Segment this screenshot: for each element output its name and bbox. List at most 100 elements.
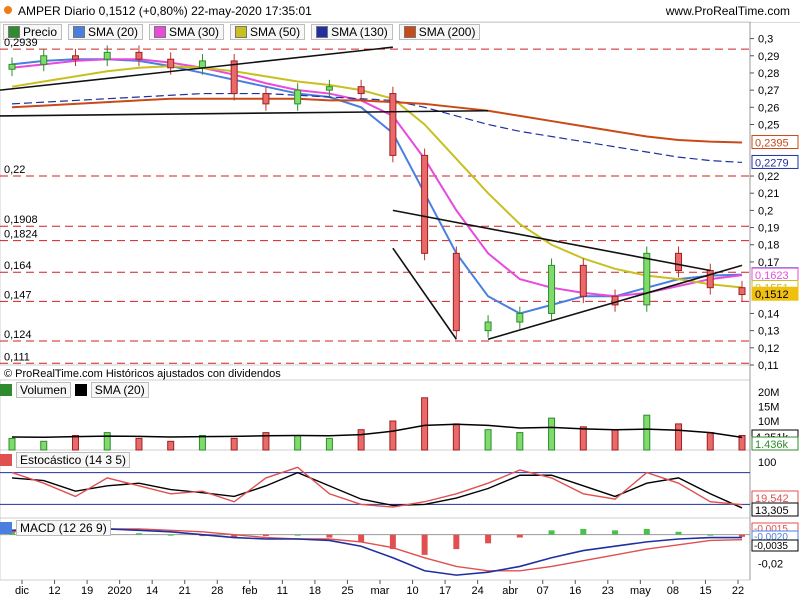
macd-hist-bar — [135, 533, 142, 535]
volume-bar — [484, 429, 492, 451]
candle-body — [389, 93, 397, 156]
axis-tick-label: 0,12 — [758, 343, 779, 355]
volume-bar — [452, 423, 460, 451]
level-label: 0,2939 — [4, 37, 38, 49]
axis-tick-label: 0,29 — [758, 51, 779, 63]
price-tag-label: 0,1512 — [755, 289, 789, 301]
candle-body — [230, 60, 238, 95]
volume-bar — [421, 397, 429, 451]
panel-frame — [0, 21, 751, 366]
trend-line — [0, 109, 489, 117]
volume-axis-label: 20M — [758, 387, 779, 399]
macd-hist-bar — [294, 534, 301, 536]
volume-bar — [230, 437, 238, 451]
axis-tick-label: 0,25 — [758, 119, 779, 131]
macd-hist-bar — [612, 530, 619, 535]
volume-bar — [548, 417, 556, 451]
axis-tick-label: 0,2 — [758, 205, 773, 217]
macd-hist-bar — [485, 534, 492, 544]
axis-tick-label: 0,26 — [758, 102, 779, 114]
volume-bar — [40, 440, 48, 451]
level-label: 0,1824 — [4, 229, 38, 241]
stoch-tag-label: 13,305 — [755, 505, 789, 517]
stoch-d-line — [11, 471, 743, 509]
volume-bar — [294, 435, 302, 451]
volume-sma-icon — [74, 384, 87, 396]
volume-bar — [325, 437, 333, 451]
volume-bar — [389, 420, 397, 451]
x-axis-label: 19 — [81, 585, 93, 597]
axis-tick-label: 0,11 — [758, 360, 779, 372]
volume-bar — [71, 435, 79, 451]
candle-body — [452, 252, 460, 332]
x-axis-label: 12 — [48, 585, 60, 597]
volume-bar — [8, 437, 16, 451]
chart-canvas: 0,29390,220,19080,18240,1640,1470,1240,1… — [0, 21, 799, 597]
level-label: 0,124 — [4, 329, 32, 341]
macd-signal-line — [11, 528, 743, 572]
macd-hist-bar — [358, 534, 365, 542]
volume-bar — [675, 423, 683, 451]
trend-line — [392, 247, 458, 340]
macd-hist-bar — [453, 534, 460, 550]
level-label: 0,164 — [4, 260, 32, 272]
x-axis-label: 15 — [699, 585, 711, 597]
macd-hist-bar — [326, 534, 333, 538]
candle-body — [675, 252, 683, 272]
candle-body — [103, 51, 111, 60]
axis-tick-label: 0,3 — [758, 34, 773, 46]
x-axis-label: 17 — [439, 585, 451, 597]
macd-hist-bar — [707, 534, 714, 536]
panel-frame — [0, 517, 751, 581]
macd-label: MACD (12 26 9) — [16, 520, 111, 536]
candle-body — [40, 55, 48, 65]
x-axis-label: 10 — [406, 585, 418, 597]
volume-bar — [643, 414, 651, 451]
volume-panel-label: Volumen SMA (20) — [0, 382, 149, 398]
axis-tick-label: 0,27 — [758, 85, 779, 97]
volume-bar — [357, 429, 365, 451]
candle-body — [294, 89, 302, 105]
stoch-k-line — [11, 466, 743, 508]
candle-body — [167, 58, 175, 69]
x-axis-label: 22 — [732, 585, 744, 597]
price-tag-label: 0,2279 — [755, 157, 789, 169]
x-axis-label: 21 — [179, 585, 191, 597]
macd-hist-bar — [421, 534, 428, 555]
macd-hist-bar — [580, 528, 587, 535]
stoch-label: Estocástico (14 3 5) — [16, 452, 131, 468]
copyright-text: © ProRealTime.com Históricos ajustados c… — [4, 368, 281, 380]
macd-hist-bar — [167, 534, 174, 536]
macd-axis-label: -0,02 — [758, 559, 783, 571]
candle-body — [579, 264, 587, 297]
x-axis-label: 11 — [277, 585, 288, 597]
candle-body — [643, 252, 651, 306]
candle-body — [198, 60, 206, 69]
candle-body — [8, 63, 16, 70]
macd-hist-bar — [262, 534, 269, 537]
x-axis-label: abr — [502, 585, 518, 597]
x-axis-label: 07 — [537, 585, 549, 597]
x-axis-label: 28 — [211, 585, 223, 597]
macd-panel-label: MACD (12 26 9) — [0, 520, 111, 536]
volume-bar — [198, 435, 206, 451]
macd-hist-bar — [643, 528, 650, 535]
candle-body — [262, 93, 270, 105]
volume-bar — [706, 432, 714, 451]
volume-bar — [611, 429, 619, 451]
volume-label: Volumen — [16, 382, 71, 398]
level-label: 0,1908 — [4, 214, 38, 226]
candle-body — [421, 154, 429, 254]
level-label: 0,111 — [4, 351, 30, 363]
candle-body — [357, 86, 365, 95]
stoch-icon — [0, 454, 12, 466]
candle-body — [484, 321, 492, 332]
volume-sma-line — [11, 423, 743, 439]
macd-hist-bar — [675, 531, 682, 535]
candle-body — [738, 287, 746, 296]
candle-body — [706, 270, 714, 289]
x-axis-label: may — [630, 585, 651, 597]
trend-line — [487, 264, 743, 340]
volume-bar — [135, 437, 143, 451]
x-axis-label: feb — [242, 585, 257, 597]
